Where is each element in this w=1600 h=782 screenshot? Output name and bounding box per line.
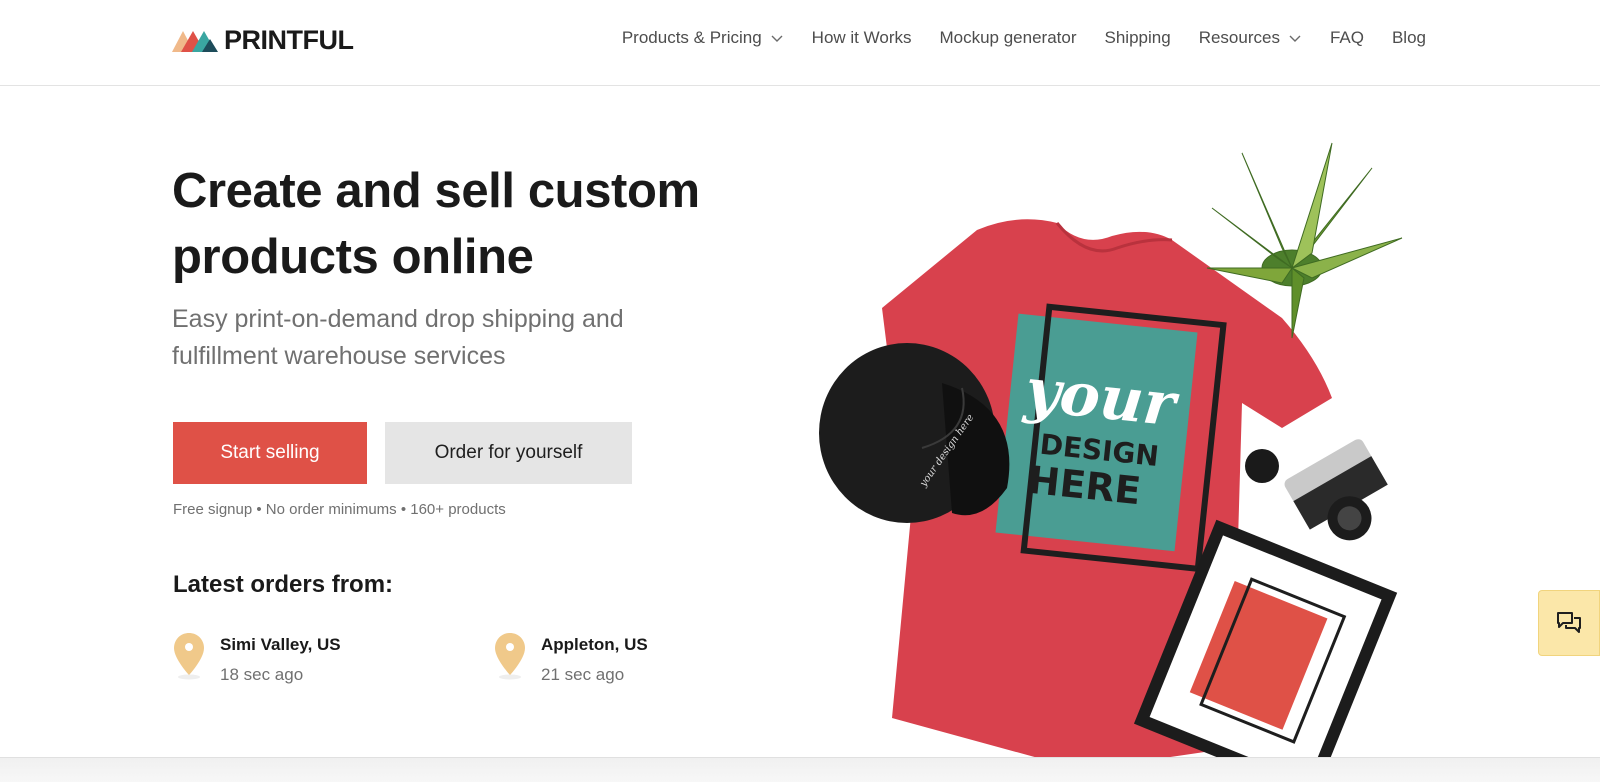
hero-subtitle-line-1: Easy print-on-demand drop shipping and [172, 305, 624, 333]
nav-products-pricing[interactable]: Products & Pricing [622, 28, 784, 48]
nav-resources[interactable]: Resources [1199, 28, 1302, 48]
latest-orders-title: Latest orders from: [173, 571, 394, 598]
camera [1284, 439, 1388, 541]
lens-cap [1245, 449, 1279, 483]
hero-title: Create and sell custom products online [172, 158, 772, 290]
hero-subtitle: Easy print-on-demand drop shipping and f… [172, 301, 692, 375]
nav-faq[interactable]: FAQ [1330, 28, 1364, 48]
order-time: 18 sec ago [220, 665, 304, 684]
printful-logo[interactable]: PRINTFUL [172, 24, 354, 56]
location-pin-icon [495, 633, 525, 680]
chevron-down-icon [1289, 35, 1301, 42]
nav-shipping[interactable]: Shipping [1105, 28, 1171, 48]
nav-blog[interactable]: Blog [1392, 28, 1426, 48]
section-divider [0, 757, 1600, 782]
chevron-down-icon [771, 35, 783, 42]
hero-subtitle-line-2: fulfillment warehouse services [172, 342, 506, 370]
signup-perks: Free signup • No order minimums • 160+ p… [173, 501, 506, 518]
logo-mountains-icon [172, 31, 218, 52]
latest-order-item: Simi Valley, US 18 sec ago [172, 632, 341, 685]
nav-label: Resources [1198, 28, 1280, 47]
hero-title-line-1: Create and sell custom [172, 164, 700, 218]
start-selling-button[interactable]: Start selling [173, 422, 367, 484]
order-city: Appleton, US [541, 635, 648, 654]
nav-mockup-generator[interactable]: Mockup generator [939, 28, 1076, 48]
main-nav: Products & Pricing How it Works Mockup g… [622, 28, 1426, 48]
chat-widget-button[interactable] [1538, 590, 1600, 656]
nav-label: Shipping [1104, 28, 1171, 47]
nav-label: Blog [1391, 28, 1426, 47]
nav-label: FAQ [1329, 28, 1364, 47]
chat-bubbles-icon [1557, 612, 1581, 633]
logo-wordmark: PRINTFUL [224, 24, 354, 55]
location-pin-icon [174, 633, 204, 680]
site-header: PRINTFUL Products & Pricing How it Works… [0, 0, 1600, 86]
hero-title-line-2: products online [172, 230, 534, 284]
hero-product-mockup-image: your DESIGN HERE your design here [819, 142, 1403, 774]
latest-order-item: Appleton, US 21 sec ago [493, 632, 648, 685]
order-city: Simi Valley, US [220, 635, 341, 654]
nav-label: Products & Pricing [621, 28, 762, 47]
order-for-yourself-button[interactable]: Order for yourself [385, 422, 632, 484]
nav-how-it-works[interactable]: How it Works [812, 28, 912, 48]
nav-label: Mockup generator [939, 28, 1077, 47]
nav-label: How it Works [811, 28, 912, 47]
order-time: 21 sec ago [541, 665, 625, 684]
